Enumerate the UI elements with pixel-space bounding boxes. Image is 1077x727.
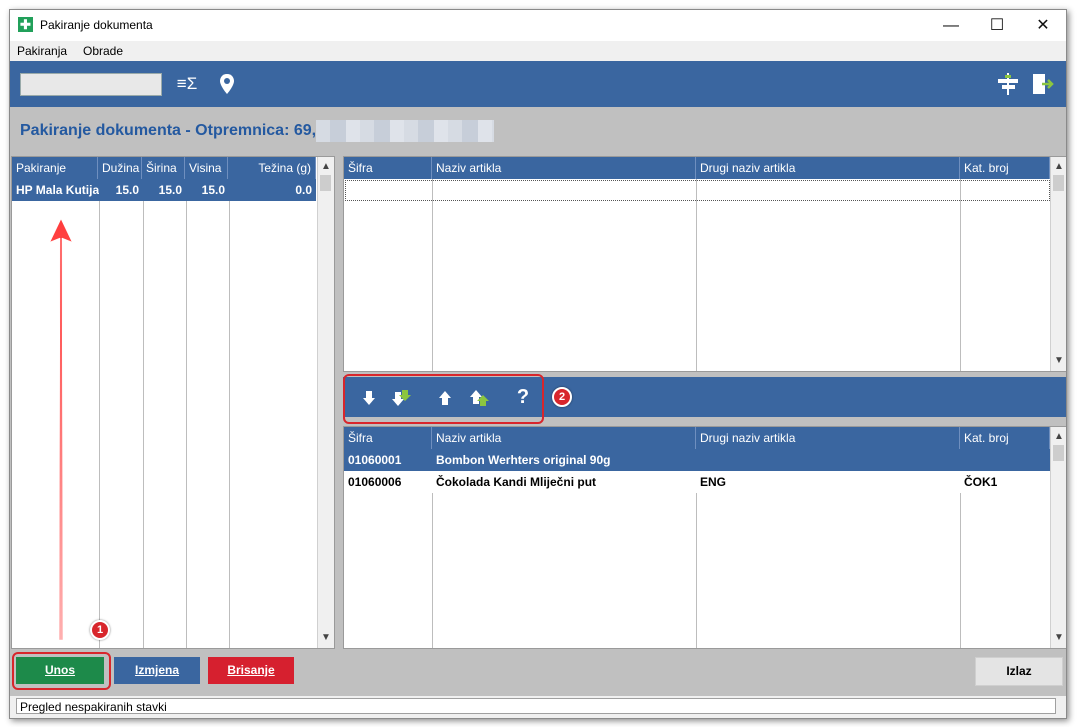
highlight-transfer-toolbar [343, 374, 544, 424]
application-window: ✚ Pakiranje dokumenta — ☐ ✕ Pakiranja Ob… [9, 9, 1067, 719]
highlight-unos [12, 652, 111, 690]
annotation-badge-1: 1 [90, 620, 110, 640]
annotation-badge-2: 2 [552, 387, 572, 407]
annotation-arrow [49, 218, 73, 641]
